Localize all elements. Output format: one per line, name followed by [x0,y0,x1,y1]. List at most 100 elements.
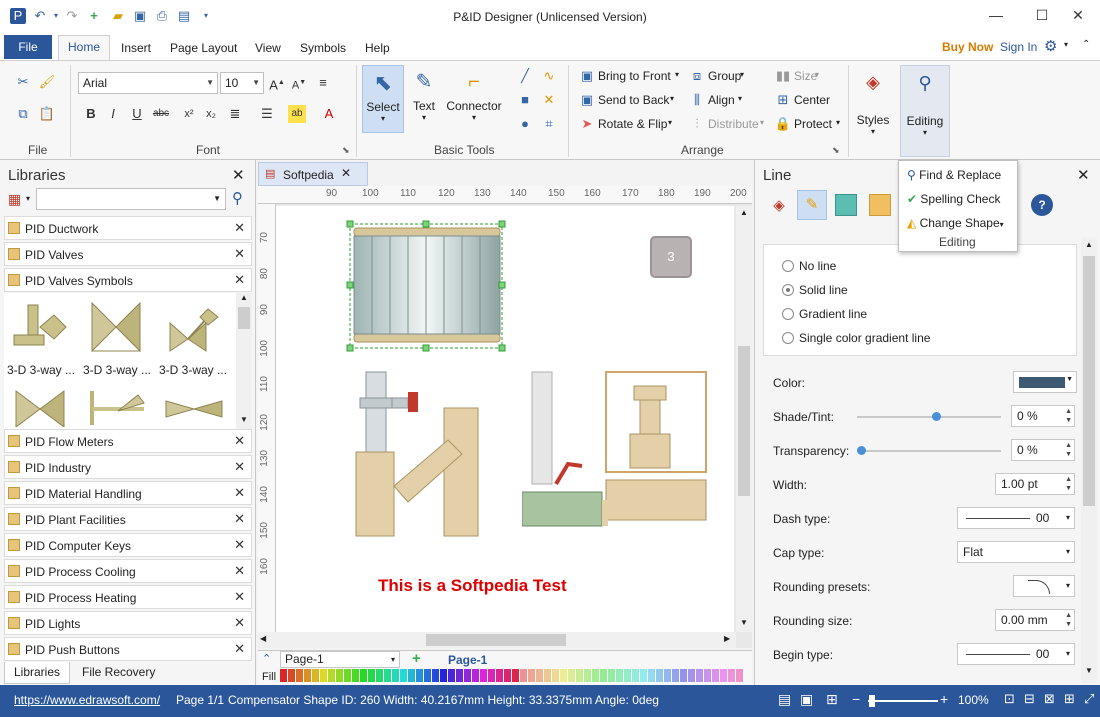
valve-assembly[interactable] [522,366,712,542]
3d-valve-shape-1[interactable] [10,301,70,353]
drawing-page[interactable]: 3 [276,206,734,632]
color-swatch[interactable] [600,669,607,682]
close-libraries-icon[interactable]: ✕ [232,166,245,184]
gallery-scrollbar[interactable]: ▲ ▼ [236,293,252,429]
shrink-font-icon[interactable]: A▼ [290,74,308,92]
color-swatches[interactable] [280,669,750,683]
zoom-in-icon[interactable]: + [940,691,948,707]
color-swatch[interactable] [560,669,567,682]
protect-lock-icon[interactable]: 🔒 [774,115,792,133]
bullets-icon[interactable]: ☰ [258,105,276,123]
library-item[interactable]: PID Valves ✕ [4,242,252,266]
color-swatch[interactable] [296,669,303,682]
library-item[interactable]: PID Material Handling ✕ [4,481,252,505]
library-menu-icon[interactable]: ▦ [8,191,21,208]
close-icon[interactable]: ✕ [234,433,245,449]
tab-view[interactable]: View [255,41,281,55]
ellipse-shape-icon[interactable]: ● [516,115,534,133]
library-item[interactable]: PID Process Heating ✕ [4,585,252,609]
color-swatch[interactable] [344,669,351,682]
cut-icon[interactable]: ✂ [14,73,32,91]
close-icon[interactable]: ✕ [234,563,245,579]
color-swatch[interactable] [336,669,343,682]
font-name-select[interactable]: Arial ▼ [78,72,218,94]
center-icon[interactable]: ⊞ [774,91,792,109]
color-swatch[interactable] [304,669,311,682]
3d-valve-shape-3[interactable] [164,299,224,353]
color-swatch[interactable] [672,669,679,682]
fullscreen-toggle-icon[interactable]: ⤢ [1084,691,1094,707]
pipe-tee-assembly[interactable] [352,368,492,540]
line-spacing-icon[interactable]: ≡ [314,74,332,92]
color-swatch[interactable] [552,669,559,682]
spelling-check-item[interactable]: ✔ Spelling Check [907,192,1000,206]
color-swatch[interactable] [616,669,623,682]
library-search-input[interactable]: ▼ [36,188,226,210]
color-swatch[interactable] [696,669,703,682]
rounding-presets-select[interactable]: ▾ [1013,575,1075,597]
color-swatch[interactable] [528,669,535,682]
color-swatch[interactable] [416,669,423,682]
panel-scrollbar[interactable]: ▲ ▼ [1081,238,1097,683]
color-swatch[interactable] [736,669,743,682]
tab-page-layout[interactable]: Page Layout [170,41,237,55]
color-swatch[interactable] [664,669,671,682]
tab-symbols[interactable]: Symbols [300,41,346,55]
library-item[interactable]: PID Industry ✕ [4,455,252,479]
color-swatch[interactable] [464,669,471,682]
canvas-text[interactable]: This is a Softpedia Test [378,576,567,596]
zoom-slider[interactable] [868,700,938,702]
color-swatch[interactable] [512,669,519,682]
close-icon[interactable]: ✕ [234,246,245,262]
close-icon[interactable]: ✕ [234,589,245,605]
canvas-vertical-scrollbar[interactable]: ▲ ▼ [736,206,752,632]
3d-valve-shape-2[interactable] [88,299,144,353]
page-tab[interactable]: Page-1 [448,653,487,667]
close-icon[interactable]: ✕ [234,459,245,475]
color-swatch[interactable] [368,669,375,682]
fit-height-icon[interactable]: ⊟ [1024,691,1035,707]
add-page-icon[interactable]: + [412,650,421,667]
search-icon[interactable]: ⚲ [232,189,243,207]
3d-valve-shape-4[interactable] [14,387,66,427]
point-tool-icon[interactable]: ✕ [540,91,558,109]
strikethrough-icon[interactable]: abc [152,105,170,123]
rotate-flip-icon[interactable]: ➤ [578,115,596,133]
color-swatch[interactable] [472,669,479,682]
library-item[interactable]: PID Process Cooling ✕ [4,559,252,583]
color-swatch[interactable] [384,669,391,682]
bring-to-front-icon[interactable]: ▣ [578,67,596,85]
single-color-gradient-radio[interactable] [782,332,794,344]
library-item[interactable]: PID Flow Meters ✕ [4,429,252,453]
color-swatch[interactable] [608,669,615,682]
close-icon[interactable]: ✕ [234,220,245,236]
color-swatch[interactable] [648,669,655,682]
fit-window-icon[interactable]: ⊠ [1044,691,1055,707]
arrange-dialog-launcher-icon[interactable]: ⬊ [832,145,840,156]
find-replace-item[interactable]: ⚲ Find & Replace [907,168,1001,182]
italic-icon[interactable]: I [104,105,122,123]
fit-width-icon[interactable]: ⊡ [1004,691,1015,707]
color-swatch[interactable] [504,669,511,682]
crop-tool-icon[interactable]: ⌗ [540,115,558,133]
superscript-icon[interactable]: x² [180,105,198,123]
shade-input[interactable]: 0 % ▲ ▼ [1011,405,1075,427]
color-swatch[interactable] [656,669,663,682]
font-color-icon[interactable]: A [320,105,338,123]
close-panel-icon[interactable]: ✕ [1077,166,1090,184]
dash-type-select[interactable]: 00 ▾ [957,507,1075,529]
curve-shape-icon[interactable]: ∿ [540,67,558,85]
send-to-back-button[interactable]: Send to Back [598,93,669,107]
color-swatch[interactable] [720,669,727,682]
library-item[interactable]: PID Plant Facilities ✕ [4,507,252,531]
tab-libraries[interactable]: Libraries [4,662,70,684]
color-swatch[interactable] [704,669,711,682]
font-dialog-launcher-icon[interactable]: ⬊ [342,145,350,156]
color-swatch[interactable] [432,669,439,682]
begin-type-select[interactable]: 00 ▾ [957,643,1075,665]
shade-slider[interactable] [857,416,1001,418]
subscript-icon[interactable]: x₂ [202,105,220,123]
connector-tool-button[interactable]: ⌐ Connector ▾ [442,65,506,133]
library-item[interactable]: PID Lights ✕ [4,611,252,635]
highlight-icon[interactable]: ab [288,105,306,123]
